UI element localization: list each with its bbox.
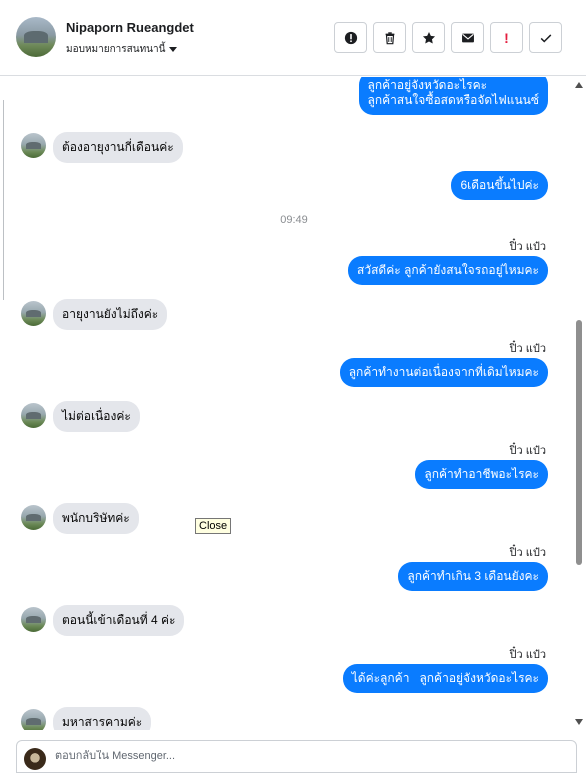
outgoing-message[interactable]: ลูกค้าอยู่จังหวัดอะไรคะ ลูกค้าสนใจซื้อสด… [358, 77, 548, 115]
conversation-toolbar: ! [334, 22, 562, 53]
reply-composer [16, 740, 577, 773]
contact-name[interactable]: Nipaporn Rueangdet [66, 20, 194, 35]
outgoing-message[interactable]: ลูกค้าทำเกิน 3 เดือนยังคะ [398, 562, 548, 591]
panel-divider[interactable] [0, 100, 4, 300]
caret-down-icon [169, 47, 178, 52]
red-exclamation-icon: ! [504, 29, 509, 46]
outgoing-message[interactable]: 6เดือนขึ้นไปค่ะ [451, 171, 548, 200]
sender-label: ปิ๋ว แป๋ว [509, 649, 546, 661]
incoming-message[interactable]: ต้องอายุงานกี่เดือนค่ะ [53, 132, 183, 163]
incoming-message[interactable]: พนักบริษัทค่ะ [53, 503, 139, 534]
contact-avatar-small [21, 709, 46, 730]
outgoing-message[interactable]: ลูกค้าทำงานต่อเนื่องจากที่เดิมไหมคะ [339, 358, 548, 387]
exclamation-circle-icon [344, 31, 357, 44]
outgoing-message[interactable]: สวัสดีค่ะ ลูกค้ายังสนใจรถอยู่ไหมคะ [348, 256, 548, 285]
check-icon [540, 33, 551, 43]
report-button[interactable] [334, 22, 367, 53]
message-thread: ลูกค้าอยู่จังหวัดอะไรคะ ลูกค้าสนใจซื้อสด… [6, 77, 570, 730]
incoming-message[interactable]: ไม่ต่อเนื่องค่ะ [53, 401, 140, 432]
sender-label: ปิ๋ว แป๋ว [509, 547, 546, 559]
scroll-up-arrow-icon[interactable] [575, 82, 583, 88]
mark-unread-button[interactable] [451, 22, 484, 53]
spam-button[interactable]: ! [490, 22, 523, 53]
envelope-icon [461, 33, 474, 42]
scroll-thumb[interactable] [576, 320, 582, 565]
close-tooltip: Close [195, 518, 232, 534]
sender-label: ปิ๋ว แป๋ว [509, 241, 546, 253]
assign-conversation-dropdown[interactable]: มอบหมายการสนทนานี้ [66, 42, 178, 57]
contact-avatar-small [21, 301, 46, 326]
assign-label: มอบหมายการสนทนานี้ [66, 44, 166, 55]
message-timestamp: 09:49 [280, 214, 308, 226]
contact-avatar-small [21, 505, 46, 530]
trash-icon [385, 31, 394, 44]
sender-label: ปิ๋ว แป๋ว [509, 445, 546, 457]
incoming-message[interactable]: อายุงานยังไม่ถึงค่ะ [53, 299, 168, 330]
mark-done-button[interactable] [529, 22, 562, 53]
star-icon [422, 31, 435, 44]
conversation-header: Nipaporn Rueangdet มอบหมายการสนทนานี้ ! [0, 0, 586, 76]
star-button[interactable] [412, 22, 445, 53]
sender-label: ปิ๋ว แป๋ว [509, 343, 546, 355]
contact-avatar[interactable] [16, 17, 56, 57]
contact-avatar-small [21, 403, 46, 428]
contact-avatar-small [21, 133, 46, 158]
delete-button[interactable] [373, 22, 406, 53]
incoming-message[interactable]: ตอนนี้เข้าเดือนที่ 4 ค่ะ [53, 605, 185, 636]
scroll-down-arrow-icon[interactable] [575, 719, 583, 725]
outgoing-message[interactable]: ได้ค่ะลูกค้า ลูกค้าอยู่จังหวัดอะไรคะ [342, 664, 548, 693]
thread-scrollbar[interactable] [572, 77, 586, 730]
page-avatar [24, 748, 46, 770]
incoming-message[interactable]: มหาสารคามค่ะ [53, 707, 152, 730]
outgoing-message[interactable]: ลูกค้าทำอาชีพอะไรคะ [415, 460, 548, 489]
reply-input[interactable] [55, 750, 555, 762]
contact-avatar-small [21, 607, 46, 632]
